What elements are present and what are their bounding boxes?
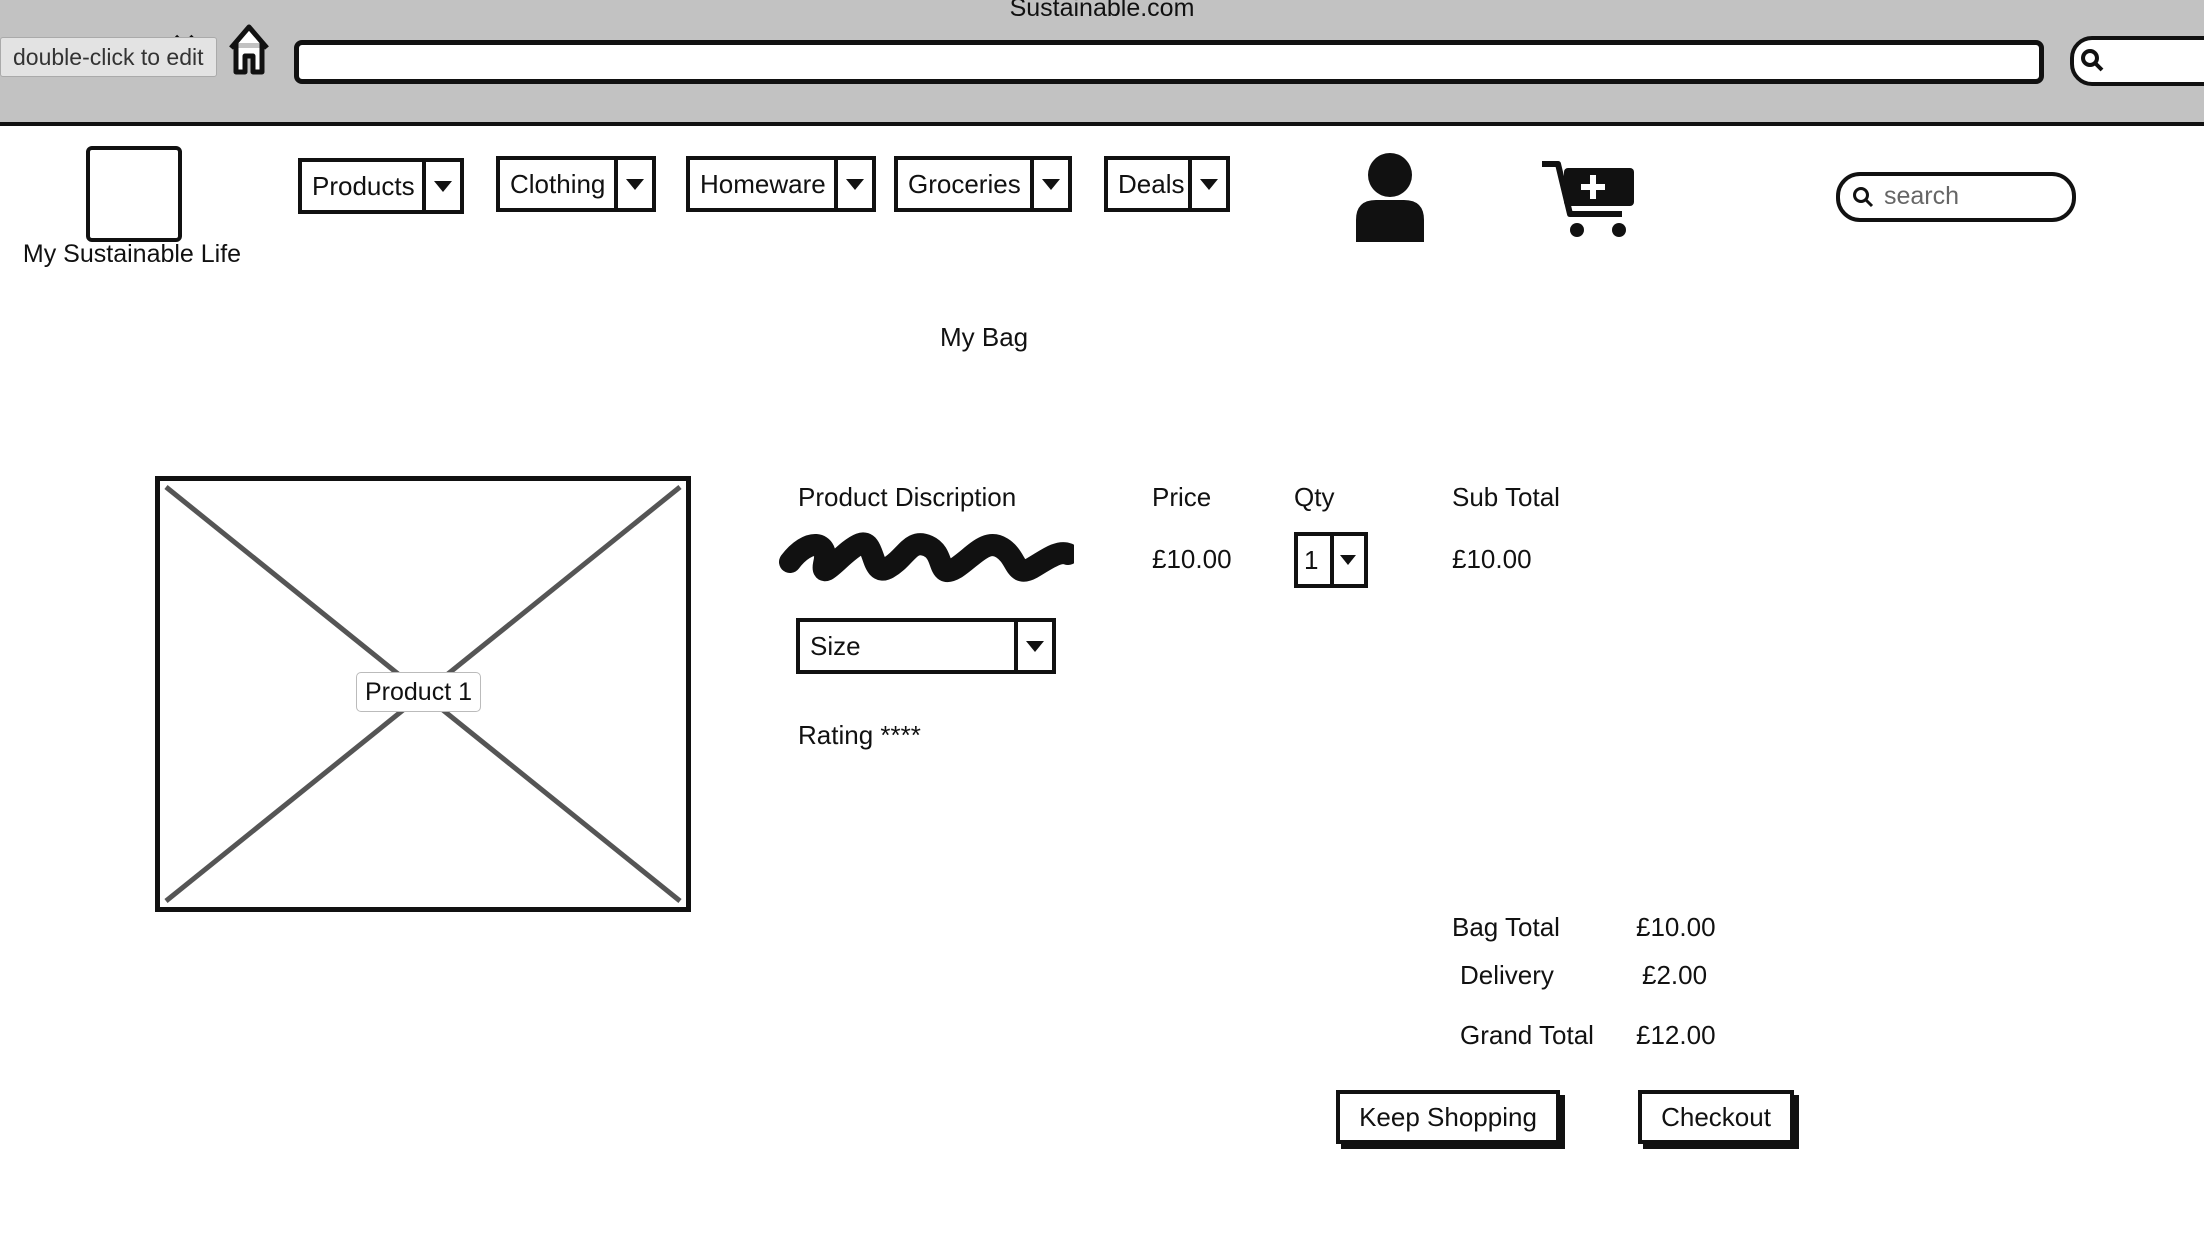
bag-total-label: Bag Total (1452, 912, 1560, 942)
edit-tooltip: double-click to edit (0, 37, 217, 77)
page-title: My Bag (940, 322, 1029, 352)
cart-icon[interactable] (1540, 158, 1640, 240)
address-bar[interactable] (294, 40, 2044, 84)
product-image-label: Product 1 (356, 672, 482, 712)
quantity-value: 1 (1304, 545, 1319, 575)
window-title: Sustainable.com (1009, 0, 1195, 22)
item-subtotal: £10.00 (1452, 544, 1532, 574)
nav-deals-label: Deals (1118, 169, 1185, 199)
nav-homeware-dropdown[interactable]: Homeware (686, 156, 876, 212)
item-price: £10.00 (1152, 544, 1232, 574)
browser-toolbar: Sustainable.com ← → × double-click to ed… (0, 0, 2204, 126)
chevron-down-icon[interactable] (1330, 536, 1364, 584)
description-scribble (779, 532, 1074, 582)
search-input[interactable] (1884, 180, 2054, 212)
search-icon (2081, 49, 2104, 72)
nav-deals-dropdown[interactable]: Deals (1104, 156, 1230, 212)
nav-clothing-label: Clothing (510, 169, 606, 199)
chevron-down-icon[interactable] (614, 160, 652, 208)
chevron-down-icon[interactable] (1030, 160, 1068, 208)
grand-total-value: £12.00 (1636, 1020, 1716, 1050)
bag-total-value: £10.00 (1636, 912, 1716, 942)
site-search-field[interactable] (1836, 172, 2076, 222)
delivery-value: £2.00 (1642, 960, 1708, 990)
chevron-down-icon[interactable] (1188, 160, 1226, 208)
checkout-button[interactable]: Checkout (1638, 1090, 1794, 1144)
nav-products-dropdown[interactable]: Products (298, 158, 464, 214)
quantity-dropdown[interactable]: 1 (1294, 532, 1368, 588)
user-account-icon[interactable] (1352, 152, 1428, 242)
grand-total-label: Grand Total (1460, 1020, 1594, 1050)
delivery-label: Delivery (1460, 960, 1554, 990)
browser-search-box[interactable] (2070, 36, 2204, 86)
size-label: Size (810, 631, 861, 661)
keep-shopping-button[interactable]: Keep Shopping (1336, 1090, 1560, 1144)
column-header-description: Product Discription (798, 482, 1017, 512)
site-brand-name: My Sustainable Life (22, 240, 242, 268)
site-logo[interactable] (86, 146, 182, 242)
nav-groceries-dropdown[interactable]: Groceries (894, 156, 1072, 212)
nav-groceries-label: Groceries (908, 169, 1021, 199)
chevron-down-icon[interactable] (422, 162, 460, 210)
chevron-down-icon[interactable] (1014, 622, 1052, 670)
column-header-subtotal: Sub Total (1452, 482, 1560, 512)
column-header-price: Price (1152, 482, 1212, 512)
size-dropdown[interactable]: Size (796, 618, 1056, 674)
home-icon[interactable] (226, 22, 272, 78)
nav-clothing-dropdown[interactable]: Clothing (496, 156, 656, 212)
product-rating: Rating **** (798, 720, 921, 750)
nav-homeware-label: Homeware (700, 169, 826, 199)
chevron-down-icon[interactable] (834, 160, 872, 208)
search-icon (1853, 187, 1874, 208)
nav-products-label: Products (312, 171, 415, 201)
column-header-qty: Qty (1294, 482, 1335, 512)
